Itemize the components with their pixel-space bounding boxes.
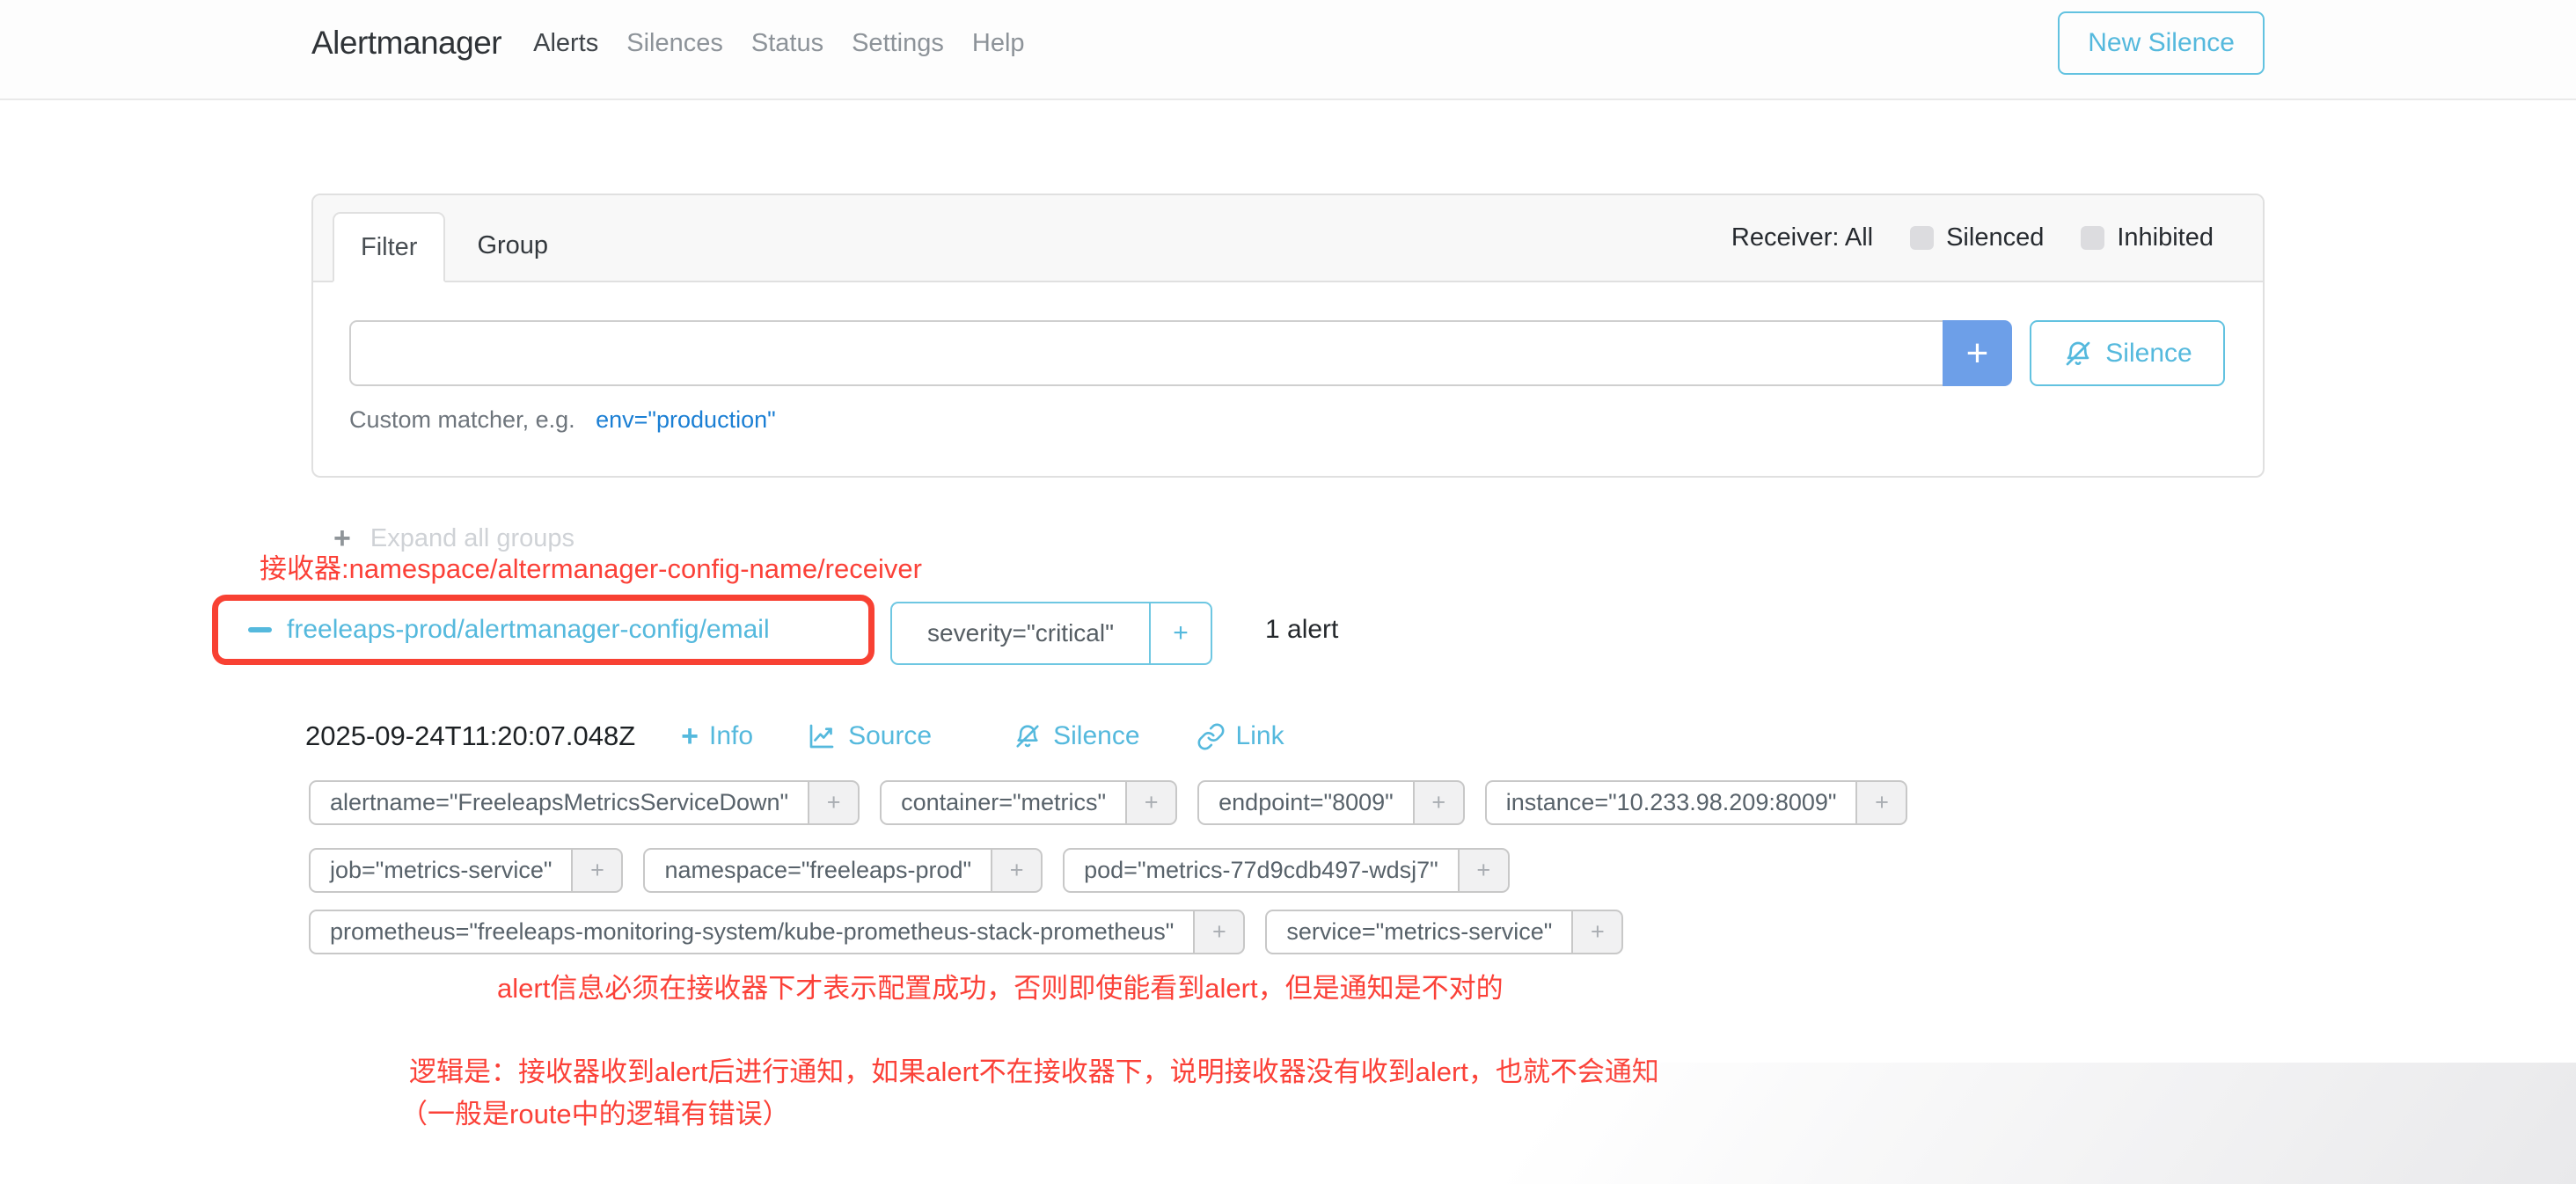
alert-label-add-button[interactable]: + (1415, 780, 1465, 825)
alert-label-text[interactable]: prometheus="freeleaps-monitoring-system/… (309, 910, 1195, 954)
bell-slash-icon (1013, 721, 1043, 751)
silenced-label: Silenced (1946, 223, 2044, 252)
filter-card-header: Filter Group Receiver: All Silenced Inhi… (313, 195, 2263, 282)
annotation-line-3: （一般是route中的逻辑有错误） (400, 1092, 790, 1131)
alert-label-text[interactable]: namespace="freeleaps-prod" (643, 848, 992, 893)
receiver-group-toggle[interactable]: freeleaps-prod/alertmanager-config/email (248, 595, 770, 665)
main-nav: Alerts Silences Status Settings Help (533, 29, 1024, 58)
alert-label-add-button[interactable]: + (1127, 780, 1177, 825)
nav-alerts[interactable]: Alerts (533, 29, 598, 58)
alert-header-row: 2025-09-24T11:20:07.048Z + Info Source S… (305, 718, 1284, 755)
alert-label-add-button[interactable]: + (573, 848, 623, 893)
alert-label-add-button[interactable]: + (809, 780, 860, 825)
silence-filter-label: Silence (2105, 339, 2192, 369)
alert-label: instance="10.233.98.209:8009"+ (1485, 780, 1908, 825)
source-link[interactable]: Source (806, 720, 932, 752)
info-link[interactable]: + Info (681, 721, 753, 751)
nav-settings[interactable]: Settings (852, 29, 944, 58)
alert-label-add-button[interactable]: + (1857, 780, 1907, 825)
inhibited-label: Inhibited (2117, 223, 2214, 252)
plus-icon: + (681, 721, 699, 751)
alert-groups-section: + Expand all groups 接收器:namespace/alterm… (0, 478, 2576, 1184)
permalink-link[interactable]: Link (1197, 721, 1284, 751)
receiver-group-name: freeleaps-prod/alertmanager-config/email (287, 615, 770, 645)
nav-help[interactable]: Help (972, 29, 1025, 58)
alert-labels-row: job="metrics-service"+ namespace="freele… (309, 848, 1510, 893)
alert-label: alertname="FreeleapsMetricsServiceDown"+ (309, 780, 860, 825)
alert-label: namespace="freeleaps-prod"+ (643, 848, 1043, 893)
inhibited-checkbox[interactable] (2081, 226, 2104, 250)
matcher-hint-text: Custom matcher, e.g. (349, 406, 575, 433)
group-matcher-add-button[interactable]: + (1149, 602, 1212, 665)
minus-icon (248, 627, 272, 632)
inhibited-filter-toggle[interactable]: Inhibited (2081, 223, 2214, 252)
receiver-filter-dropdown[interactable]: Receiver: All (1731, 223, 1873, 252)
annotation-receiver-note: 接收器:namespace/altermanager-config-name/r… (260, 546, 922, 586)
alert-label-text[interactable]: alertname="FreeleapsMetricsServiceDown" (309, 780, 809, 825)
alert-label: endpoint="8009"+ (1197, 780, 1465, 825)
alert-label-text[interactable]: pod="metrics-77d9cdb497-wdsj7" (1063, 848, 1460, 893)
alert-label: pod="metrics-77d9cdb497-wdsj7"+ (1063, 848, 1510, 893)
group-matcher: severity="critical" + (890, 602, 1212, 665)
app-brand[interactable]: Alertmanager (311, 25, 501, 62)
tab-group[interactable]: Group (477, 210, 548, 281)
link-label: Link (1236, 721, 1284, 751)
alert-label-text[interactable]: instance="10.233.98.209:8009" (1485, 780, 1858, 825)
alert-label: job="metrics-service"+ (309, 848, 623, 893)
add-matcher-button[interactable]: + (1943, 320, 2012, 386)
nav-silences[interactable]: Silences (626, 29, 723, 58)
tab-filter[interactable]: Filter (333, 212, 445, 282)
navbar: Alertmanager Alerts Silences Status Sett… (0, 0, 2576, 100)
alert-label-add-button[interactable]: + (992, 848, 1043, 893)
group-matcher-button[interactable]: severity="critical" (890, 602, 1149, 665)
annotation-line-1: alert信息必须在接收器下才表示配置成功，否则即使能看到alert，但是通知是… (497, 966, 1504, 1005)
source-label: Source (848, 721, 932, 751)
alert-label-text[interactable]: endpoint="8009" (1197, 780, 1415, 825)
chart-line-icon (806, 720, 838, 752)
alert-label-text[interactable]: job="metrics-service" (309, 848, 573, 893)
nav-status[interactable]: Status (751, 29, 823, 58)
matcher-input[interactable] (349, 320, 1943, 386)
alert-count: 1 alert (1265, 595, 1338, 665)
link-icon (1197, 722, 1226, 751)
alert-timestamp: 2025-09-24T11:20:07.048Z (305, 720, 635, 752)
filter-card-body: + Silence Custom matcher, e.g. env="prod… (313, 282, 2263, 476)
matcher-example-link[interactable]: env="production" (596, 406, 776, 433)
filter-card: Filter Group Receiver: All Silenced Inhi… (311, 194, 2265, 478)
alert-label: prometheus="freeleaps-monitoring-system/… (309, 910, 1245, 954)
bell-slash-icon (2062, 338, 2094, 369)
alert-label: container="metrics"+ (880, 780, 1177, 825)
alert-labels-row: alertname="FreeleapsMetricsServiceDown"+… (309, 780, 1907, 825)
silence-filter-button[interactable]: Silence (2030, 320, 2225, 386)
silence-alert-link[interactable]: Silence (1013, 721, 1139, 751)
silenced-filter-toggle[interactable]: Silenced (1910, 223, 2044, 252)
alert-labels-row: prometheus="freeleaps-monitoring-system/… (309, 910, 1623, 954)
silence-alert-label: Silence (1053, 721, 1139, 751)
alert-label-text[interactable]: container="metrics" (880, 780, 1127, 825)
alert-label-text[interactable]: service="metrics-service" (1265, 910, 1573, 954)
bottom-fade (992, 1063, 2576, 1184)
new-silence-button[interactable]: New Silence (2058, 11, 2265, 75)
alert-label: service="metrics-service"+ (1265, 910, 1623, 954)
alert-label-add-button[interactable]: + (1195, 910, 1245, 954)
alert-label-add-button[interactable]: + (1460, 848, 1510, 893)
info-label: Info (709, 721, 753, 751)
alert-label-add-button[interactable]: + (1573, 910, 1623, 954)
silenced-checkbox[interactable] (1910, 226, 1934, 250)
